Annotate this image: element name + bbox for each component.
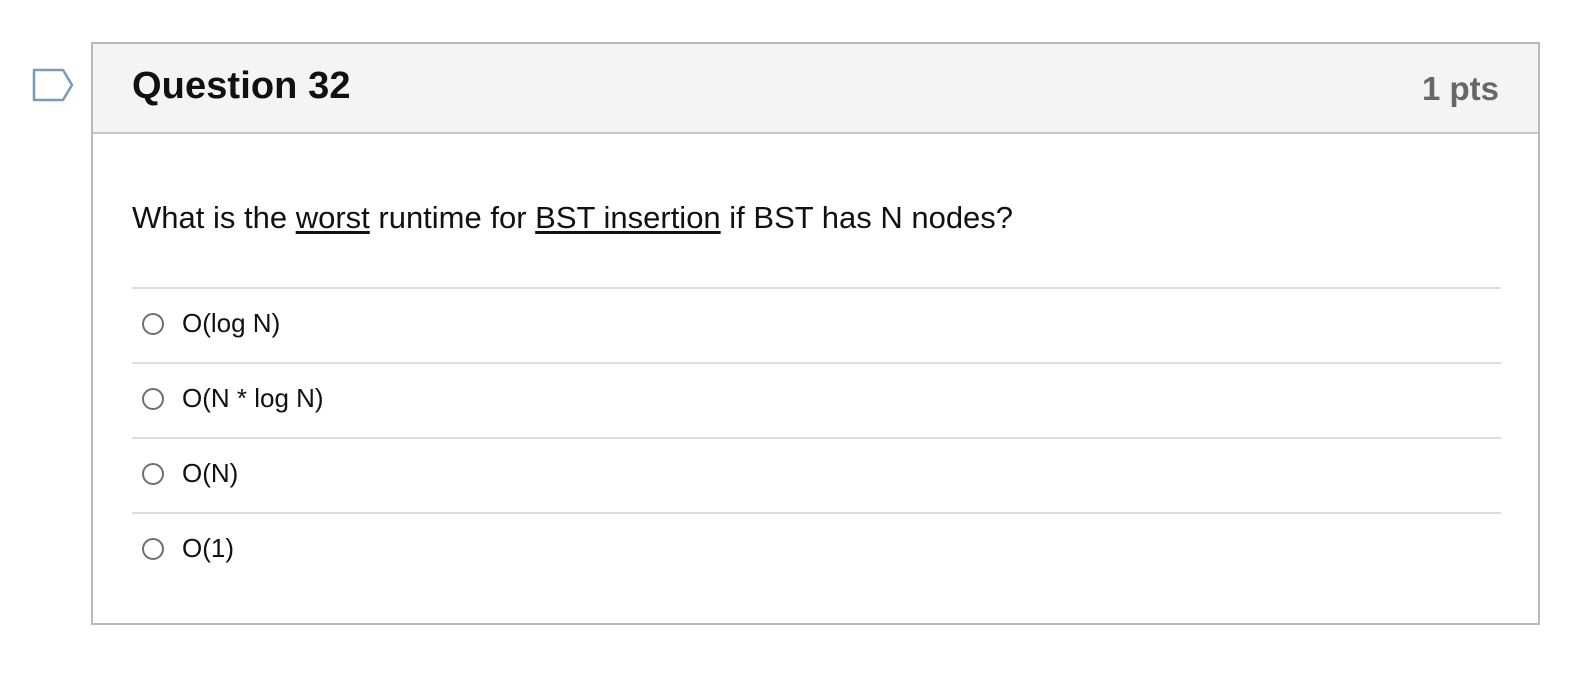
flag-question-icon[interactable] <box>32 68 74 102</box>
radio-button[interactable] <box>142 538 164 560</box>
question-points: 1 pts <box>1421 70 1499 107</box>
quiz-page: Question 32 1 pts What is the worst runt… <box>0 0 1590 688</box>
radio-button[interactable] <box>142 313 164 335</box>
question-title: Question 32 <box>132 65 351 107</box>
answer-option[interactable]: O(log N) <box>132 289 1501 364</box>
prompt-text-3: if BST has N nodes? <box>720 200 1014 235</box>
prompt-text-2: runtime for <box>369 200 536 235</box>
answer-option[interactable]: O(N) <box>132 439 1501 514</box>
prompt-underlined-2: BST insertion <box>535 200 721 235</box>
answer-label: O(N * log N) <box>182 383 324 413</box>
radio-button[interactable] <box>142 388 164 410</box>
question-card: Question 32 1 pts What is the worst runt… <box>91 42 1540 625</box>
prompt-underlined-1: worst <box>295 200 370 235</box>
radio-button[interactable] <box>142 463 164 485</box>
answer-option[interactable]: O(1) <box>132 514 1501 587</box>
question-header: Question 32 1 pts <box>93 44 1538 134</box>
question-prompt: What is the worst runtime for BST insert… <box>132 200 1013 236</box>
answer-list: O(log N) O(N * log N) O(N) O(1) <box>132 287 1501 587</box>
answer-label: O(N) <box>182 458 239 488</box>
answer-option[interactable]: O(N * log N) <box>132 364 1501 439</box>
answer-label: O(1) <box>182 533 234 563</box>
answer-label: O(log N) <box>182 308 281 338</box>
prompt-text-1: What is the <box>132 200 296 235</box>
